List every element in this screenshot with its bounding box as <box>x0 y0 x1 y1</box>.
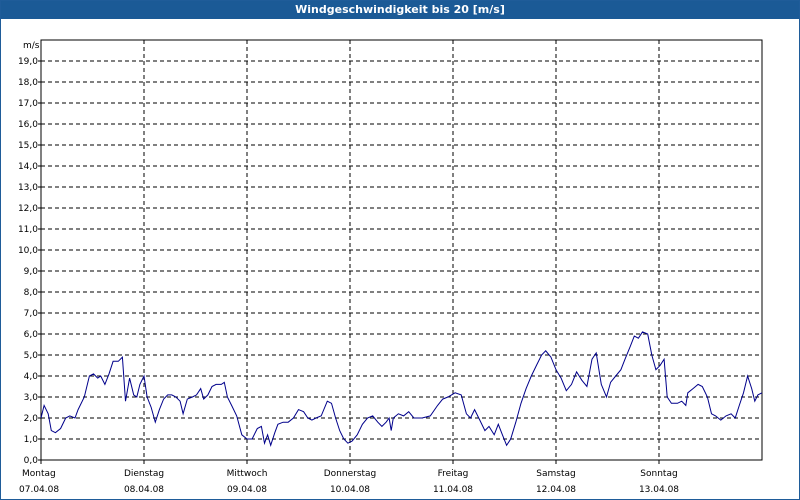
y-tick-label: 1,0 <box>24 435 39 445</box>
x-tick-label-date: 09.04.08 <box>227 485 267 495</box>
x-tick-label-date: 07.04.08 <box>19 485 59 495</box>
y-tick-label: 7,0 <box>24 309 39 319</box>
y-tick-label: 16,0 <box>18 120 38 130</box>
x-tick-label-date: 10.04.08 <box>330 485 370 495</box>
y-tick-label: 4,0 <box>24 372 39 382</box>
x-tick-label-day: Donnerstag <box>324 469 377 479</box>
y-tick-label: 8,0 <box>24 288 39 298</box>
y-tick-label: 6,0 <box>24 330 39 340</box>
y-tick-label: 12,0 <box>18 204 38 214</box>
x-tick-label-day: Samstag <box>536 469 575 479</box>
y-tick-label: 3,0 <box>24 393 39 403</box>
grid-lines <box>41 40 762 460</box>
y-tick-label: 14,0 <box>18 162 38 172</box>
x-tick-label-day: Mittwoch <box>227 469 268 479</box>
x-tick-label-day: Freitag <box>438 469 469 479</box>
x-tick-label-date: 13.04.08 <box>639 485 679 495</box>
y-axis-unit-label: m/s <box>23 41 40 51</box>
y-tick-label: 17,0 <box>18 99 38 109</box>
y-axis: m/s 0,0 1,0 2,0 3,0 4,0 5,0 6,0 7,0 8,0 9,0 10,0 11… <box>18 41 41 466</box>
y-tick-label: 11,0 <box>18 225 38 235</box>
y-tick-label: 9,0 <box>24 267 39 277</box>
y-tick-label: 19,0 <box>18 57 38 67</box>
y-tick-label: 0,0 <box>24 456 39 466</box>
y-tick-label: 5,0 <box>24 351 39 361</box>
y-tick-label: 13,0 <box>18 183 38 193</box>
y-tick-label: 2,0 <box>24 414 39 424</box>
x-axis: Montag 07.04.08 Dienstag 08.04.08 Mittwoch 09… <box>19 460 679 495</box>
x-tick-label-day: Montag <box>22 469 56 479</box>
y-tick-label: 18,0 <box>18 78 38 88</box>
x-tick-label-date: 12.04.08 <box>536 485 576 495</box>
y-tick-label: 10,0 <box>18 246 38 256</box>
x-tick-label-day: Sonntag <box>640 469 677 479</box>
y-tick-label: 15,0 <box>18 141 38 151</box>
x-tick-label-day: Dienstag <box>124 469 164 479</box>
x-tick-label-date: 08.04.08 <box>124 485 164 495</box>
x-tick-label-date: 11.04.08 <box>433 485 473 495</box>
wind-speed-chart: m/s 0,0 1,0 2,0 3,0 4,0 5,0 6,0 7,0 8,0 9,0 10,0 11… <box>18 39 763 495</box>
